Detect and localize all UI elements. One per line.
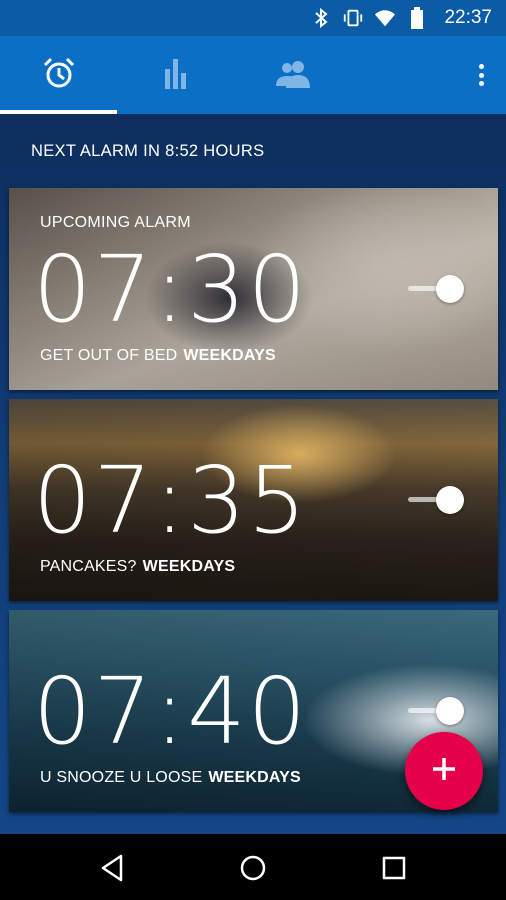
alarm-caption: PANCAKES? WEEKDAYS [40,558,235,576]
alarm-clock-icon [42,56,76,95]
alarm-time: 07:35 [33,447,309,554]
recents-icon[interactable] [377,851,411,885]
app-toolbar [0,36,506,114]
alarm-toggle[interactable] [408,275,464,303]
home-icon[interactable] [236,851,270,885]
alarm-name: GET OUT OF BED [40,347,178,364]
bluetooth-icon [310,7,332,29]
status-bar: 22:37 [0,0,506,36]
alarm-time: 07:40 [33,658,309,765]
alarm-card[interactable]: UPCOMING ALARM 07:30 GET OUT OF BED WEEKD… [9,188,498,390]
alarm-list: NEXT ALARM IN 8:52 HOURS UPCOMING ALARM … [0,114,506,834]
status-time: 22:37 [444,7,492,28]
alarm-repeat: WEEKDAYS [208,769,301,786]
alarm-toggle[interactable] [408,486,464,514]
alarm-card[interactable]: 07:35 PANCAKES? WEEKDAYS [9,399,498,601]
alarm-toggle[interactable] [408,697,464,725]
tab-stats[interactable] [117,36,234,114]
add-alarm-button[interactable] [405,732,483,810]
upcoming-alarm-label: UPCOMING ALARM [40,214,191,231]
wifi-icon [374,7,396,29]
alarm-name: U SNOOZE U LOOSE [40,769,203,786]
people-icon [275,58,311,93]
battery-icon [406,7,428,29]
tab-social[interactable] [234,36,351,114]
vibrate-icon [342,7,364,29]
alarm-caption: U SNOOZE U LOOSE WEEKDAYS [40,769,301,787]
alarm-repeat: WEEKDAYS [183,347,276,364]
bar-chart-icon [163,57,189,94]
back-icon[interactable] [95,851,129,885]
alarm-name: PANCAKES? [40,558,137,575]
alarm-time: 07:30 [33,236,309,343]
next-alarm-text: NEXT ALARM IN 8:52 HOURS [31,142,265,160]
alarm-caption: GET OUT OF BED WEEKDAYS [40,347,276,365]
more-vert-icon[interactable] [472,60,490,90]
tab-alarm[interactable] [0,36,117,114]
plus-icon [431,756,457,787]
system-nav-bar [0,834,506,900]
alarm-repeat: WEEKDAYS [142,558,236,575]
